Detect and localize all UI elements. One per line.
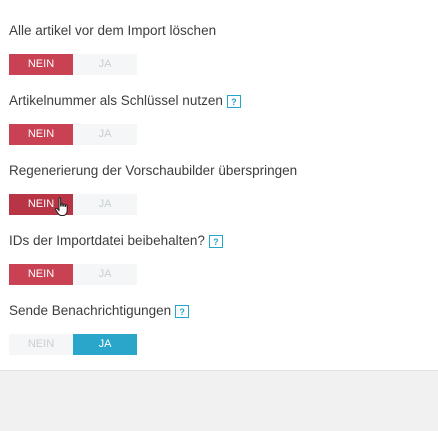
no-option[interactable]: NEIN bbox=[9, 334, 73, 355]
no-option[interactable]: NEIN bbox=[9, 194, 73, 216]
help-question-icon[interactable]: ? bbox=[175, 304, 190, 318]
import-options-panel: Alle artikel vor dem Import löschen NEIN… bbox=[0, 0, 438, 370]
yes-no-toggle[interactable]: NEIN JA bbox=[9, 124, 241, 145]
yes-no-toggle[interactable]: NEIN JA bbox=[9, 264, 223, 285]
yes-option[interactable]: JA bbox=[73, 194, 137, 215]
setting-send-notifications: Sende Benachrichtigungen ? NEIN JA bbox=[9, 302, 190, 355]
setting-label: Alle artikel vor dem Import löschen bbox=[9, 23, 217, 38]
setting-skip-thumbnail-regeneration: Regenerierung der Vorschaubilder überspr… bbox=[9, 162, 298, 216]
hand-pointer-icon bbox=[54, 197, 68, 216]
no-option[interactable]: NEIN bbox=[9, 264, 73, 285]
setting-delete-articles: Alle artikel vor dem Import löschen NEIN… bbox=[9, 22, 216, 75]
yes-no-toggle[interactable]: NEIN JA bbox=[9, 334, 189, 355]
setting-label: Sende Benachrichtigungen bbox=[9, 303, 172, 318]
yes-no-toggle[interactable]: NEIN JA bbox=[9, 194, 297, 216]
yes-option[interactable]: JA bbox=[73, 334, 137, 355]
setting-label: Artikelnummer als Schlüssel nutzen bbox=[9, 93, 223, 108]
yes-no-toggle[interactable]: NEIN JA bbox=[9, 54, 216, 75]
footer-bar bbox=[0, 370, 438, 431]
setting-keep-import-ids: IDs der Importdatei beibehalten? ? NEIN … bbox=[9, 232, 223, 285]
setting-label: Regenerierung der Vorschaubilder überspr… bbox=[9, 163, 298, 178]
no-option[interactable]: NEIN bbox=[9, 54, 73, 75]
help-question-icon[interactable]: ? bbox=[226, 94, 241, 108]
setting-label: IDs der Importdatei beibehalten? bbox=[9, 233, 205, 248]
yes-option[interactable]: JA bbox=[73, 264, 137, 285]
no-option[interactable]: NEIN bbox=[9, 124, 73, 145]
yes-option[interactable]: JA bbox=[73, 54, 137, 75]
setting-article-number-key: Artikelnummer als Schlüssel nutzen ? NEI… bbox=[9, 92, 241, 145]
help-question-icon[interactable]: ? bbox=[208, 234, 223, 248]
yes-option[interactable]: JA bbox=[73, 124, 137, 145]
